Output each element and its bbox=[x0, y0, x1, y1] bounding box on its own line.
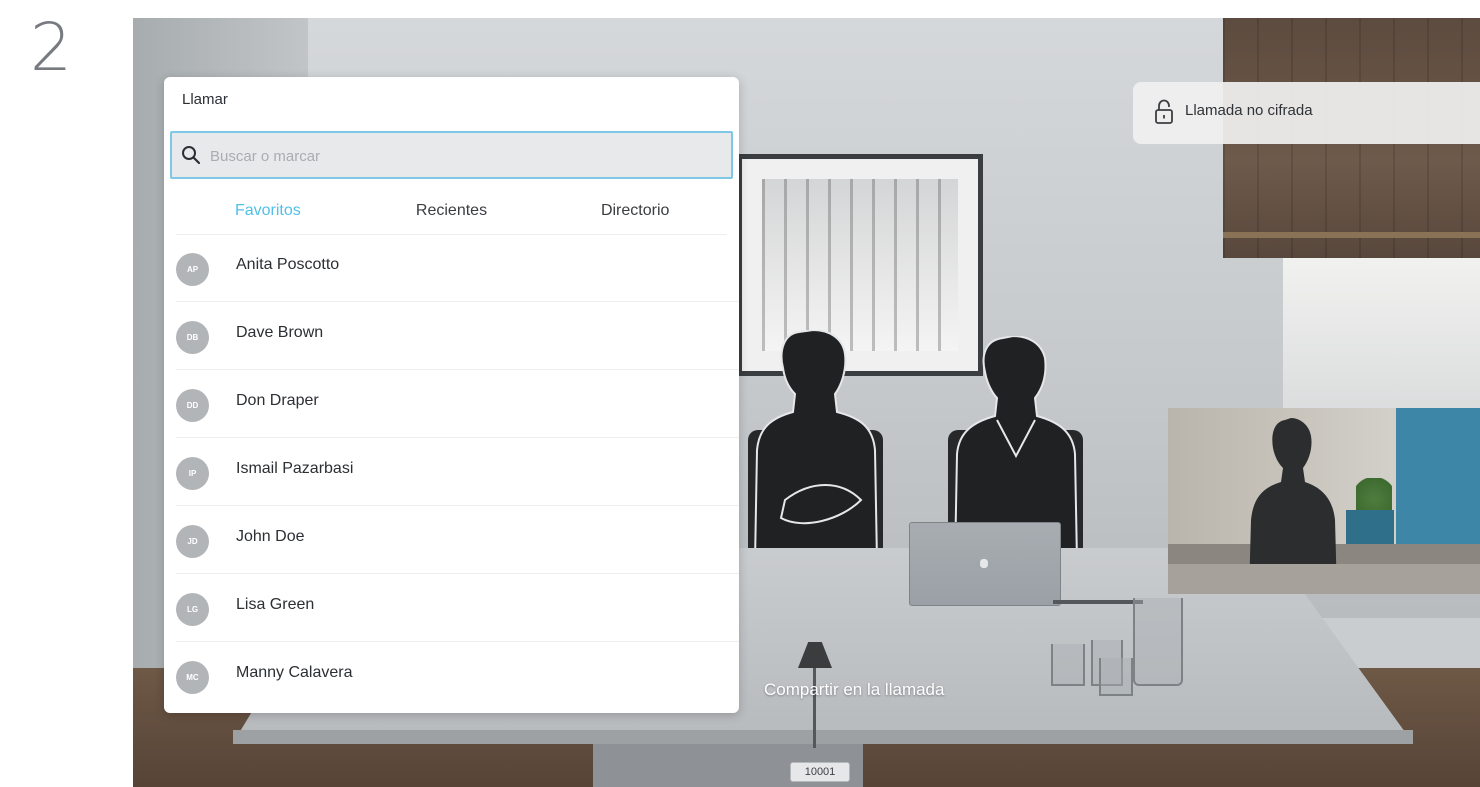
call-panel: Llamar Favoritos Recientes Directorio AP… bbox=[164, 77, 739, 713]
unlock-icon bbox=[1155, 99, 1173, 124]
room-wood-trim bbox=[1223, 232, 1480, 238]
contact-name: Ismail Pazarbasi bbox=[236, 460, 354, 477]
glass bbox=[1051, 644, 1085, 686]
encryption-status-text: Llamada no cifrada bbox=[1185, 102, 1313, 119]
search-input[interactable] bbox=[208, 142, 712, 170]
tab-recientes[interactable]: Recientes bbox=[360, 190, 544, 234]
tab-directorio[interactable]: Directorio bbox=[543, 190, 727, 234]
laptop bbox=[909, 522, 1061, 606]
contact-name: Don Draper bbox=[236, 392, 319, 409]
contact-item[interactable]: IP Ismail Pazarbasi bbox=[176, 438, 739, 506]
wall-picture-art bbox=[762, 179, 958, 351]
contact-item[interactable]: DD Don Draper bbox=[176, 370, 739, 438]
cable bbox=[1053, 600, 1143, 604]
search-box[interactable] bbox=[170, 131, 733, 179]
contact-list: AP Anita Poscotto DB Dave Brown DD Don D… bbox=[176, 234, 739, 709]
step-number: 2 bbox=[30, 9, 72, 86]
contact-name: Dave Brown bbox=[236, 324, 324, 341]
contact-item[interactable]: MC Manny Calavera bbox=[176, 642, 739, 709]
contact-name: Lisa Green bbox=[236, 596, 315, 613]
contact-name: Manny Calavera bbox=[236, 664, 353, 681]
glass bbox=[1133, 598, 1183, 686]
self-view-table bbox=[1168, 564, 1480, 594]
panel-title: Llamar bbox=[182, 91, 228, 108]
encryption-notice: Llamada no cifrada bbox=[1133, 82, 1480, 144]
contact-tabs: Favoritos Recientes Directorio bbox=[176, 190, 727, 235]
conference-table-edge bbox=[233, 730, 1413, 744]
glass bbox=[1099, 658, 1133, 696]
contact-item[interactable]: JD John Doe bbox=[176, 506, 739, 574]
video-screen: Llamada no cifrada Llamar Favoritos Reci… bbox=[133, 18, 1480, 787]
self-view[interactable] bbox=[1168, 408, 1480, 594]
avatar: DB bbox=[176, 321, 209, 354]
avatar: LG bbox=[176, 593, 209, 626]
search-icon bbox=[182, 146, 201, 165]
person-silhouette-left bbox=[753, 330, 879, 562]
contact-name: John Doe bbox=[236, 528, 305, 545]
avatar: MC bbox=[176, 661, 209, 694]
avatar: AP bbox=[176, 253, 209, 286]
contact-item[interactable]: DB Dave Brown bbox=[176, 302, 739, 370]
contact-name: Anita Poscotto bbox=[236, 256, 340, 273]
self-view-plant-pot bbox=[1346, 510, 1394, 544]
self-view-wall-panel bbox=[1396, 408, 1480, 548]
contact-item[interactable]: LG Lisa Green bbox=[176, 574, 739, 642]
room-number-label: 10001 bbox=[790, 762, 850, 782]
contact-item[interactable]: AP Anita Poscotto bbox=[176, 234, 739, 302]
share-in-call-button[interactable]: Compartir en la llamada bbox=[764, 680, 944, 700]
avatar: JD bbox=[176, 525, 209, 558]
avatar: IP bbox=[176, 457, 209, 490]
avatar: DD bbox=[176, 389, 209, 422]
tab-favoritos[interactable]: Favoritos bbox=[176, 190, 360, 234]
